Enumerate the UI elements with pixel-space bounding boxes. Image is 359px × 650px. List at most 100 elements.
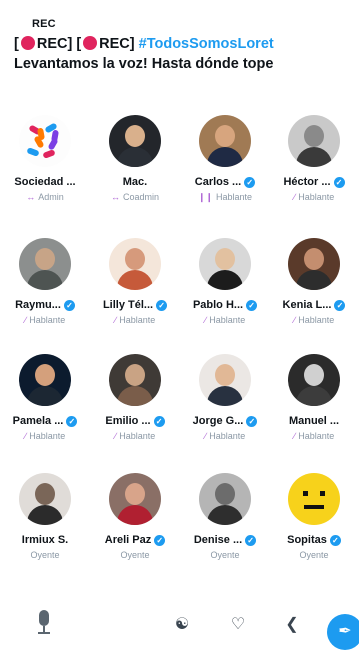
avatar[interactable]	[288, 354, 340, 406]
muted-mic-icon: ∕	[114, 315, 117, 325]
verified-badge-icon: ✓	[66, 415, 78, 427]
verified-badge-icon: ✓	[63, 299, 75, 311]
speaker-name: Raymu...	[15, 299, 61, 311]
speaker-role: Hablante	[298, 431, 335, 441]
speaker-name-row: Sopitas ✓	[269, 533, 359, 547]
speaker-role: Admin	[38, 192, 64, 202]
speaker-role-row: Oyente	[269, 549, 359, 561]
speaker-role-row: ∕ Hablante	[180, 430, 270, 442]
speaker-role-row: ∕ Hablante	[90, 430, 180, 442]
avatar[interactable]	[109, 473, 161, 525]
speaker-tile[interactable]: Pamela ... ✓ ∕ Hablante	[0, 354, 90, 442]
avatar[interactable]	[288, 115, 340, 167]
speaker-tile[interactable]: Pablo H... ✓ ∕ Hablante	[180, 238, 270, 326]
verified-badge-icon: ✓	[244, 176, 256, 188]
speaker-name: Areli Paz	[104, 534, 152, 546]
compose-icon[interactable]: ✒	[327, 614, 359, 650]
speaker-name-row: Irmiux S.	[0, 533, 90, 547]
hashtag-link[interactable]: #TodosSomosLoret	[139, 36, 274, 52]
speaker-role-row: ∕ Hablante	[0, 430, 90, 442]
speaker-role-row: ❙❙ Hablante	[180, 191, 270, 203]
speaker-tile[interactable]: Raymu... ✓ ∕ Hablante	[0, 238, 90, 326]
speaker-name-row: Manuel ...	[269, 414, 359, 428]
speaker-tile[interactable]: Irmiux S. Oyente	[0, 473, 90, 561]
speaker-name: Lilly Tél...	[102, 299, 154, 311]
speaker-role: Oyente	[210, 550, 240, 560]
speaker-role: Hablante	[209, 315, 246, 325]
speaker-tile[interactable]: Areli Paz ✓ Oyente	[90, 473, 180, 561]
speaker-role: Hablante	[29, 431, 66, 441]
verified-badge-icon: ✓	[333, 176, 345, 188]
speaker-name: Manuel ...	[288, 415, 340, 427]
speaker-name-row: Raymu... ✓	[0, 298, 90, 312]
speaker-role: Coadmin	[122, 192, 160, 202]
speaker-role: Hablante	[119, 431, 156, 441]
speaker-role-row: ↔ Admin	[0, 191, 90, 203]
speaker-name: Emilio ...	[105, 415, 151, 427]
speaker-name-row: Mac.	[90, 175, 180, 189]
speaker-tile[interactable]: Jorge G... ✓ ∕ Hablante	[180, 354, 270, 442]
avatar[interactable]	[199, 354, 251, 406]
speaker-role: Hablante	[298, 192, 335, 202]
speaker-name: Héctor ...	[283, 176, 331, 188]
speaker-tile[interactable]: Lilly Tél... ✓ ∕ Hablante	[90, 238, 180, 326]
speaker-role: Hablante	[216, 192, 253, 202]
avatar[interactable]	[19, 473, 71, 525]
speaker-name: Denise ...	[193, 534, 243, 546]
speaker-name-row: Sociedad ...	[0, 175, 90, 189]
speaker-role-row: Oyente	[180, 549, 270, 561]
title-line-2: Levantamos la voz! Hasta dónde tope	[14, 56, 274, 72]
share-icon[interactable]: ❮	[282, 615, 302, 635]
microphone-icon[interactable]	[36, 610, 52, 638]
speaker-name-row: Lilly Tél... ✓	[90, 298, 180, 312]
muted-mic-icon: ∕	[24, 431, 27, 441]
speaker-tile[interactable]: Kenia L... ✓ ∕ Hablante	[269, 238, 359, 326]
muted-mic-icon: ∕	[293, 315, 296, 325]
verified-badge-icon: ✓	[334, 299, 346, 311]
avatar[interactable]	[199, 115, 251, 167]
avatar[interactable]	[109, 115, 161, 167]
avatar[interactable]	[288, 473, 340, 525]
people-icon[interactable]: ☯	[172, 615, 192, 635]
speaker-name-row: Emilio ... ✓	[90, 414, 180, 428]
speaker-tile[interactable]: Héctor ... ✓ ∕ Hablante	[269, 115, 359, 203]
avatar[interactable]	[19, 115, 71, 167]
speaker-name-row: Carlos ... ✓	[180, 175, 270, 189]
avatar[interactable]	[199, 473, 251, 525]
title-bracket: [	[14, 36, 19, 52]
title-rec-1: REC] [	[36, 36, 82, 52]
speaker-tile[interactable]: Denise ... ✓ Oyente	[180, 473, 270, 561]
speaker-role-row: ∕ Hablante	[180, 314, 270, 326]
avatar[interactable]	[199, 238, 251, 290]
speaker-name: Mac.	[122, 176, 148, 188]
space-toolbar: ☯ ♡ ❮ ✒	[0, 598, 359, 650]
speaker-tile[interactable]: Emilio ... ✓ ∕ Hablante	[90, 354, 180, 442]
avatar[interactable]	[109, 354, 161, 406]
speaker-role-row: ∕ Hablante	[269, 430, 359, 442]
title-rec-2: REC]	[99, 36, 135, 52]
avatar[interactable]	[19, 238, 71, 290]
verified-badge-icon: ✓	[156, 299, 168, 311]
avatar[interactable]	[288, 238, 340, 290]
speaker-tile[interactable]: Manuel ... ∕ Hablante	[269, 354, 359, 442]
speaker-name-row: Pamela ... ✓	[0, 414, 90, 428]
logo-icon	[25, 121, 65, 161]
avatar[interactable]	[19, 354, 71, 406]
speaker-role-row: ↔ Coadmin	[90, 191, 180, 203]
avatar[interactable]	[109, 238, 161, 290]
heart-plus-icon[interactable]: ♡	[228, 615, 248, 635]
speaker-role-row: ∕ Hablante	[90, 314, 180, 326]
muted-mic-icon: ∕	[293, 431, 296, 441]
speaker-tile[interactable]: Sociedad ... ↔ Admin	[0, 115, 90, 203]
speaker-role: Hablante	[29, 315, 66, 325]
rec-dot-icon	[20, 36, 35, 50]
speaker-tile[interactable]: Carlos ... ✓ ❙❙ Hablante	[180, 115, 270, 203]
speaker-tile[interactable]: Sopitas ✓ Oyente	[269, 473, 359, 561]
speaker-name: Carlos ...	[194, 176, 242, 188]
speaker-tile[interactable]: Mac. ↔ Coadmin	[90, 115, 180, 203]
space-title: [ REC] [ REC] #TodosSomosLoret Levantamos …	[14, 34, 352, 74]
speaker-name-row: Jorge G... ✓	[180, 414, 270, 428]
speaker-name: Sopitas	[287, 534, 327, 546]
speaker-role: Hablante	[119, 315, 156, 325]
muted-mic-icon: ∕	[204, 431, 207, 441]
